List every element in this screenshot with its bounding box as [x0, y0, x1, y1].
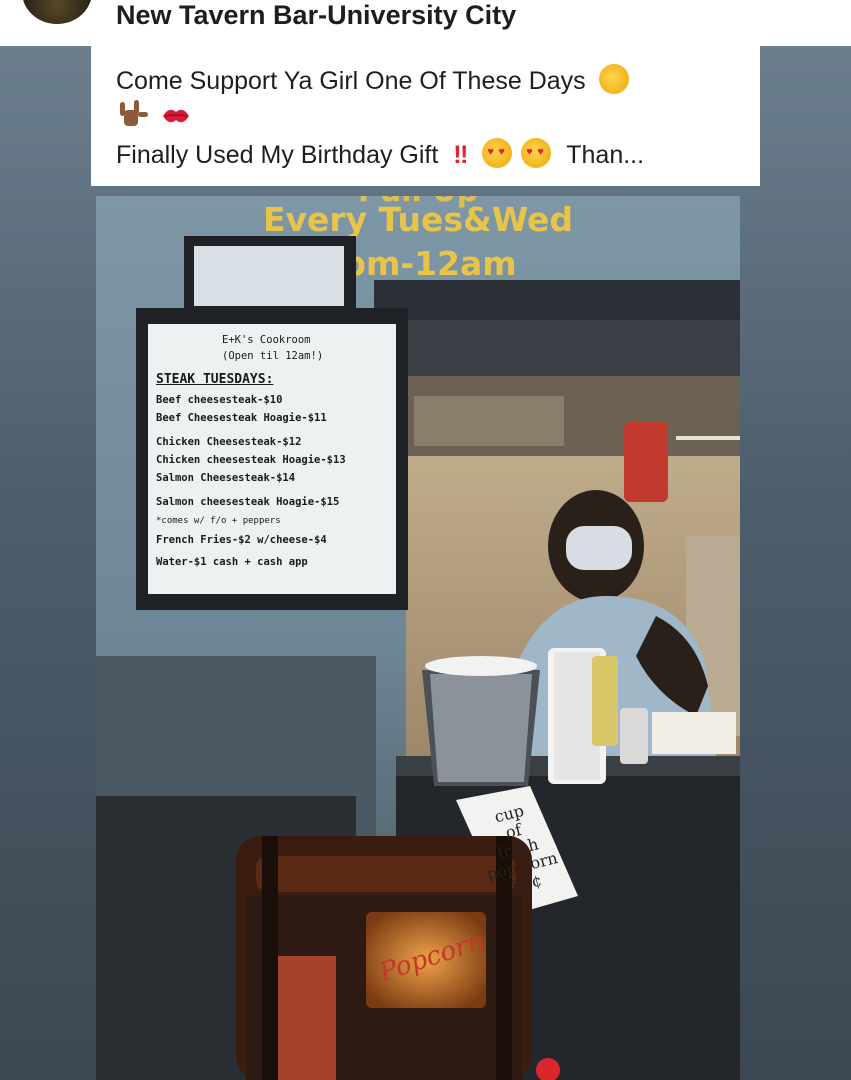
menu-heading: STEAK TUESDAYS:: [156, 372, 274, 387]
overlay-line-1: Every Tues&Wed: [262, 200, 574, 239]
double-exclamation-emoji-icon: ‼: [453, 141, 468, 169]
menu-title: E+K's Cookroom: [222, 334, 311, 346]
menu-item: Beef cheesesteak-$10: [156, 394, 283, 406]
post-header: New Tavern Bar-University City: [0, 0, 851, 46]
menu-board-surface: E+K's Cookroom (Open til 12am!) STEAK TU…: [148, 324, 396, 594]
page-name[interactable]: New Tavern Bar-University City: [116, 0, 516, 30]
see-more-link[interactable]: Than...: [566, 141, 644, 169]
post-photo[interactable]: Pull Up Every Tues&Wed 7pm-12am E+K's Co…: [96, 196, 740, 1080]
kitchen-sign: [184, 236, 356, 316]
party-face-emoji-icon: [598, 64, 629, 94]
caption-line-1: Come Support Ya Girl One Of These Days: [116, 64, 629, 96]
menu-item: Salmon Cheesesteak-$14: [156, 472, 296, 484]
menu-board: E+K's Cookroom (Open til 12am!) STEAK TU…: [136, 308, 408, 610]
caption-text-3: Finally Used My Birthday Gift: [116, 141, 439, 169]
page-avatar[interactable]: [22, 0, 92, 24]
heart-eyes-emoji-icon-2: ♥ ♥: [521, 138, 552, 168]
menu-item: Chicken Cheesesteak-$12: [156, 436, 302, 448]
menu-hours: (Open til 12am!): [222, 350, 324, 362]
love-you-gesture-emoji-icon: [120, 100, 148, 126]
menu-item: French Fries-$2 w/cheese-$4: [156, 534, 327, 546]
menu-item: Water-$1 cash + cash app: [156, 556, 308, 568]
caption-line-2: [116, 98, 193, 131]
menu-item: Beef Cheesesteak Hoagie-$11: [156, 412, 327, 424]
post-caption: Come Support Ya Girl One Of These Days F…: [91, 46, 760, 186]
menu-item: Chicken cheesesteak Hoagie-$13: [156, 454, 346, 466]
menu-item: *comes w/ f/o + peppers: [156, 516, 281, 526]
caption-line-3: Finally Used My Birthday Gift ‼ ♥ ♥ ♥ ♥ …: [116, 138, 644, 170]
caption-text-1: Come Support Ya Girl One Of These Days: [116, 67, 586, 95]
menu-item: Salmon cheesesteak Hoagie-$15: [156, 496, 340, 508]
kiss-mark-emoji-icon: [162, 109, 189, 123]
heart-eyes-emoji-icon: ♥ ♥: [482, 138, 513, 168]
